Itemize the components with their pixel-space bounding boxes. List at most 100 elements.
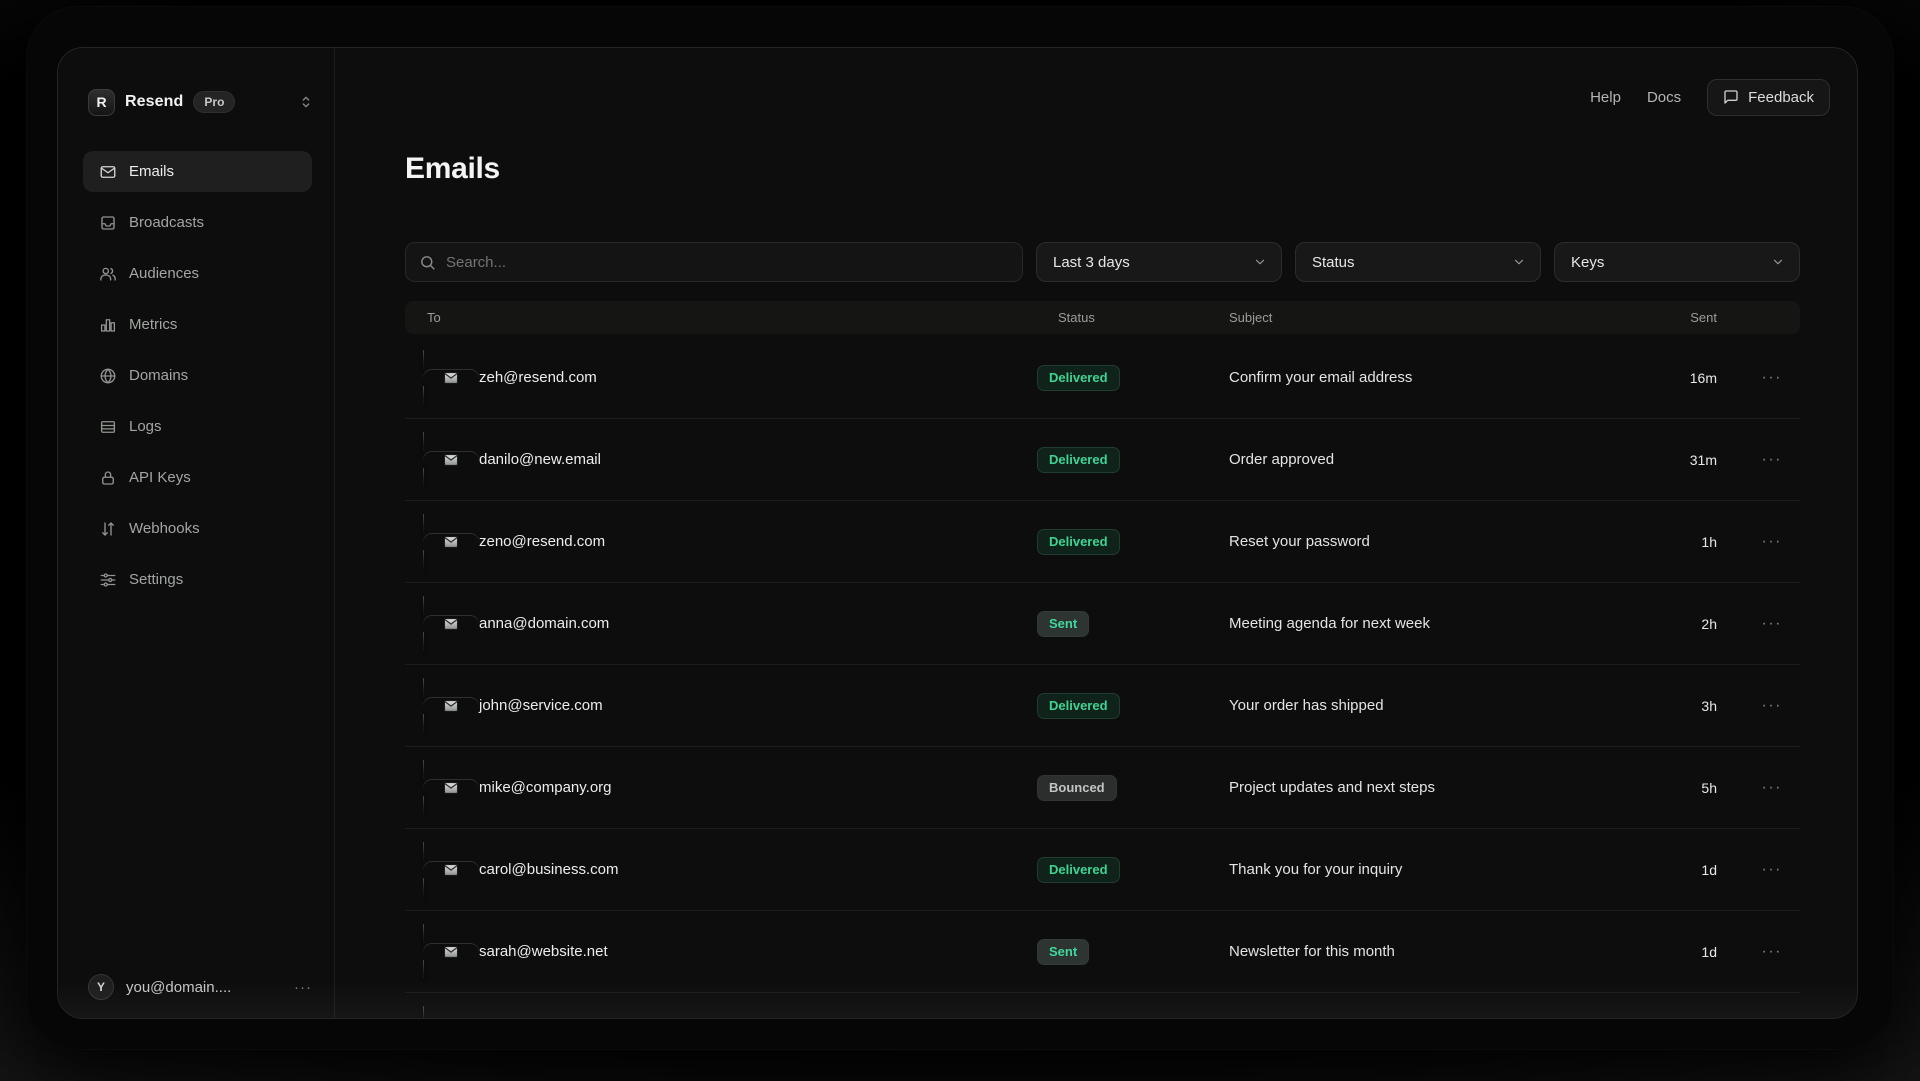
user-menu-ellipsis-icon[interactable]: ···: [294, 979, 312, 996]
row-menu-ellipsis-icon[interactable]: ···: [1717, 451, 1782, 469]
sidebar: R Resend Pro Emails Broadcasts: [58, 48, 335, 1018]
row-menu-ellipsis-icon[interactable]: ···: [1717, 779, 1782, 797]
feedback-button[interactable]: Feedback: [1707, 79, 1830, 116]
chevron-down-icon: [1771, 255, 1785, 269]
recipient-email: mike@company.org: [479, 779, 1037, 796]
mail-tile: [423, 761, 479, 815]
table-row[interactable]: danilo@new.email Delivered Order approve…: [405, 419, 1800, 501]
rows-icon: [99, 418, 117, 436]
status-cell: Delivered: [1037, 857, 1201, 883]
sidebar-item-webhooks[interactable]: Webhooks: [83, 508, 312, 549]
status-badge: Sent: [1037, 611, 1089, 637]
sidebar-item-emails[interactable]: Emails: [83, 151, 312, 192]
table-row[interactable]: carol@business.com Delivered Thank you f…: [405, 829, 1800, 911]
sent-time: 1d: [1627, 944, 1717, 960]
mail-tile: [423, 515, 479, 569]
table-row[interactable]: anna@domain.com Sent Meeting agenda for …: [405, 583, 1800, 665]
main-panel: Help Docs Feedback Emails Last 3 days: [336, 48, 1857, 1018]
status-badge: Delivered: [1037, 693, 1120, 719]
status-cell: Delivered: [1037, 693, 1201, 719]
sent-time: 31m: [1627, 452, 1717, 468]
table-row[interactable]: john@service.com Delivered Your order ha…: [405, 665, 1800, 747]
sidebar-item-audiences[interactable]: Audiences: [83, 253, 312, 294]
sidebar-item-label: Metrics: [129, 316, 177, 333]
mail-tile: [423, 925, 479, 979]
date-range-value: Last 3 days: [1053, 254, 1130, 271]
keys-value: Keys: [1571, 254, 1604, 271]
email-table-body: zeh@resend.com Delivered Confirm your em…: [405, 337, 1800, 1018]
user-email: you@domain....: [126, 979, 282, 996]
recipient-email: john@service.com: [479, 697, 1037, 714]
people-icon: [99, 265, 117, 283]
recipient-email: carol@business.com: [479, 861, 1037, 878]
search-box: [405, 242, 1023, 282]
table-row[interactable]: sarah@website.net Sent Newsletter for th…: [405, 911, 1800, 993]
sidebar-item-metrics[interactable]: Metrics: [83, 304, 312, 345]
table-row[interactable]: [405, 993, 1800, 1018]
recipient-email: anna@domain.com: [479, 615, 1037, 632]
sidebar-item-label: Audiences: [129, 265, 199, 282]
sidebar-nav: Emails Broadcasts Audiences Metrics: [83, 151, 312, 600]
mail-tile: [423, 597, 479, 651]
row-menu-ellipsis-icon[interactable]: ···: [1717, 697, 1782, 715]
workspace-name: Resend: [125, 93, 183, 111]
sidebar-item-label: Domains: [129, 367, 188, 384]
mail-tile: [423, 1007, 479, 1019]
row-menu-ellipsis-icon[interactable]: ···: [1717, 861, 1782, 879]
table-row[interactable]: mike@company.org Bounced Project updates…: [405, 747, 1800, 829]
status-badge: Bounced: [1037, 775, 1117, 801]
envelope-icon: [423, 697, 479, 715]
recipient-email: sarah@website.net: [479, 943, 1037, 960]
column-header-sent: Sent: [1627, 310, 1717, 325]
status-value: Status: [1312, 254, 1355, 271]
envelope-icon: [423, 369, 479, 387]
date-range-dropdown[interactable]: Last 3 days: [1036, 242, 1282, 282]
row-menu-ellipsis-icon[interactable]: ···: [1717, 533, 1782, 551]
mail-tile: [423, 843, 479, 897]
sidebar-item-broadcasts[interactable]: Broadcasts: [83, 202, 312, 243]
mail-tile: [423, 351, 479, 405]
recipient-email: danilo@new.email: [479, 451, 1037, 468]
table-row[interactable]: zeh@resend.com Delivered Confirm your em…: [405, 337, 1800, 419]
status-badge: Delivered: [1037, 365, 1120, 391]
sidebar-item-settings[interactable]: Settings: [83, 559, 312, 600]
help-link[interactable]: Help: [1590, 89, 1621, 106]
sidebar-item-logs[interactable]: Logs: [83, 406, 312, 447]
table-row[interactable]: zeno@resend.com Delivered Reset your pas…: [405, 501, 1800, 583]
keys-dropdown[interactable]: Keys: [1554, 242, 1800, 282]
status-cell: Bounced: [1037, 775, 1201, 801]
docs-link[interactable]: Docs: [1647, 89, 1681, 106]
email-subject: Thank you for your inquiry: [1201, 861, 1627, 878]
status-dropdown[interactable]: Status: [1295, 242, 1541, 282]
envelope-icon: [423, 615, 479, 633]
sidebar-item-api-keys[interactable]: API Keys: [83, 457, 312, 498]
workspace-switcher[interactable]: R Resend Pro: [88, 88, 314, 116]
feedback-label: Feedback: [1748, 89, 1814, 106]
arrows-up-down-icon: [99, 520, 117, 538]
chevron-up-down-icon[interactable]: [298, 94, 314, 110]
sidebar-item-label: Webhooks: [129, 520, 200, 537]
plan-badge: Pro: [193, 91, 235, 113]
envelope-icon: [423, 861, 479, 879]
mail-icon: [99, 163, 117, 181]
bar-chart-icon: [99, 316, 117, 334]
globe-icon: [99, 367, 117, 385]
sidebar-item-domains[interactable]: Domains: [83, 355, 312, 396]
row-menu-ellipsis-icon[interactable]: ···: [1717, 369, 1782, 387]
sent-time: 3h: [1627, 698, 1717, 714]
app-window: R Resend Pro Emails Broadcasts: [57, 47, 1858, 1019]
envelope-icon: [423, 533, 479, 551]
envelope-icon: [423, 779, 479, 797]
row-menu-ellipsis-icon[interactable]: ···: [1717, 943, 1782, 961]
sidebar-item-label: Broadcasts: [129, 214, 204, 231]
sidebar-item-label: API Keys: [129, 469, 191, 486]
row-menu-ellipsis-icon[interactable]: ···: [1717, 615, 1782, 633]
sidebar-item-label: Settings: [129, 571, 183, 588]
status-cell: Sent: [1037, 611, 1201, 637]
topbar: Help Docs Feedback: [1590, 78, 1830, 116]
search-input[interactable]: [406, 243, 1022, 281]
mail-tile: [423, 679, 479, 733]
user-account[interactable]: Y you@domain.... ···: [88, 972, 312, 1002]
sidebar-item-label: Logs: [129, 418, 162, 435]
email-subject: Confirm your email address: [1201, 369, 1627, 386]
